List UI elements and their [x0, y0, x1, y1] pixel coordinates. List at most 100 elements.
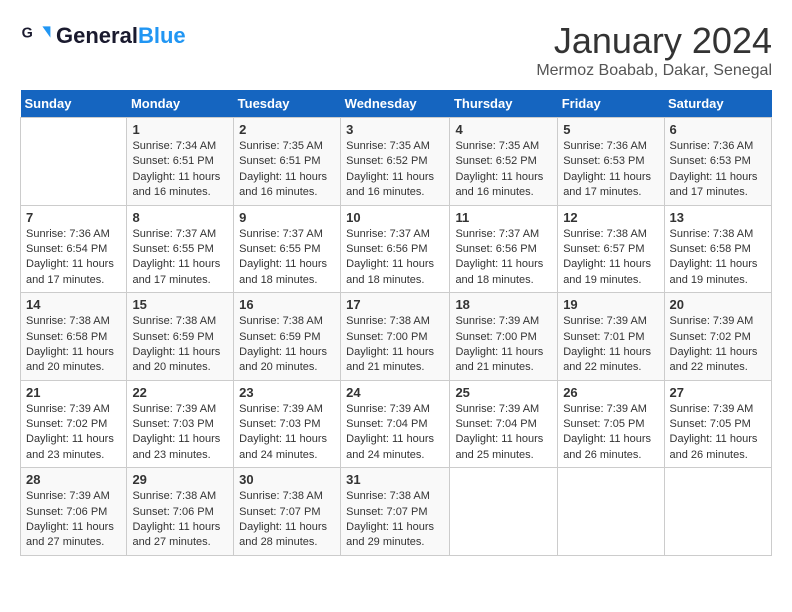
- day-number: 26: [563, 385, 658, 400]
- main-title: January 2024: [536, 20, 772, 62]
- day-number: 27: [670, 385, 766, 400]
- day-number: 17: [346, 297, 444, 312]
- day-number: 29: [132, 472, 228, 487]
- day-number: 31: [346, 472, 444, 487]
- day-number: 24: [346, 385, 444, 400]
- day-number: 18: [455, 297, 552, 312]
- day-info: Sunrise: 7:37 AMSunset: 6:55 PMDaylight:…: [239, 227, 335, 289]
- day-number: 10: [346, 210, 444, 225]
- day-cell: 13 Sunrise: 7:38 AMSunset: 6:58 PMDayligh…: [664, 205, 771, 293]
- day-info: Sunrise: 7:37 AMSunset: 6:56 PMDaylight:…: [346, 227, 444, 289]
- calendar-table: SundayMondayTuesdayWednesdayThursdayFrid…: [20, 90, 772, 556]
- day-cell: [21, 118, 127, 206]
- day-number: 9: [239, 210, 335, 225]
- day-info: Sunrise: 7:35 AMSunset: 6:52 PMDaylight:…: [455, 139, 552, 201]
- day-number: 30: [239, 472, 335, 487]
- day-info: Sunrise: 7:39 AMSunset: 7:02 PMDaylight:…: [26, 402, 121, 464]
- day-number: 6: [670, 122, 766, 137]
- day-info: Sunrise: 7:39 AMSunset: 7:03 PMDaylight:…: [239, 402, 335, 464]
- day-info: Sunrise: 7:38 AMSunset: 7:00 PMDaylight:…: [346, 314, 444, 376]
- day-info: Sunrise: 7:38 AMSunset: 7:06 PMDaylight:…: [132, 489, 228, 551]
- day-cell: 26 Sunrise: 7:39 AMSunset: 7:05 PMDayligh…: [558, 380, 664, 468]
- header-cell-wednesday: Wednesday: [341, 90, 450, 118]
- day-info: Sunrise: 7:38 AMSunset: 6:59 PMDaylight:…: [132, 314, 228, 376]
- day-number: 3: [346, 122, 444, 137]
- day-cell: 18Sunrise: 7:39 AMSunset: 7:00 PMDayligh…: [450, 293, 558, 381]
- header-cell-thursday: Thursday: [450, 90, 558, 118]
- logo-text: GeneralBlue: [56, 24, 186, 48]
- week-row-1: 1Sunrise: 7:34 AMSunset: 6:51 PMDaylight…: [21, 118, 772, 206]
- day-cell: 23Sunrise: 7:39 AMSunset: 7:03 PMDayligh…: [234, 380, 341, 468]
- day-cell: 8 Sunrise: 7:37 AMSunset: 6:55 PMDaylight…: [127, 205, 234, 293]
- day-cell: 3 Sunrise: 7:35 AMSunset: 6:52 PMDaylight…: [341, 118, 450, 206]
- day-cell: 27 Sunrise: 7:39 AMSunset: 7:05 PMDayligh…: [664, 380, 771, 468]
- header-cell-tuesday: Tuesday: [234, 90, 341, 118]
- day-number: 14: [26, 297, 121, 312]
- day-info: Sunrise: 7:38 AMSunset: 7:07 PMDaylight:…: [346, 489, 444, 551]
- week-row-5: 28 Sunrise: 7:39 AMSunset: 7:06 PMDayligh…: [21, 468, 772, 556]
- subtitle: Mermoz Boabab, Dakar, Senegal: [536, 62, 772, 80]
- day-info: Sunrise: 7:37 AMSunset: 6:55 PMDaylight:…: [132, 227, 228, 289]
- day-cell: 21 Sunrise: 7:39 AMSunset: 7:02 PMDayligh…: [21, 380, 127, 468]
- day-info: Sunrise: 7:38 AMSunset: 6:59 PMDaylight:…: [239, 314, 335, 376]
- day-info: Sunrise: 7:39 AMSunset: 7:05 PMDaylight:…: [563, 402, 658, 464]
- day-info: Sunrise: 7:35 AMSunset: 6:51 PMDaylight:…: [239, 139, 335, 201]
- day-number: 5: [563, 122, 658, 137]
- day-number: 16: [239, 297, 335, 312]
- day-info: Sunrise: 7:38 AMSunset: 7:07 PMDaylight:…: [239, 489, 335, 551]
- day-number: 2: [239, 122, 335, 137]
- day-info: Sunrise: 7:39 AMSunset: 7:04 PMDaylight:…: [346, 402, 444, 464]
- day-info: Sunrise: 7:38 AMSunset: 6:57 PMDaylight:…: [563, 227, 658, 289]
- day-number: 22: [132, 385, 228, 400]
- day-cell: 30 Sunrise: 7:38 AMSunset: 7:07 PMDayligh…: [234, 468, 341, 556]
- day-number: 8: [132, 210, 228, 225]
- day-cell: [664, 468, 771, 556]
- day-cell: 6 Sunrise: 7:36 AMSunset: 6:53 PMDaylight…: [664, 118, 771, 206]
- logo: G GeneralBlue: [20, 20, 186, 52]
- day-info: Sunrise: 7:39 AMSunset: 7:04 PMDaylight:…: [455, 402, 552, 464]
- day-info: Sunrise: 7:38 AMSunset: 6:58 PMDaylight:…: [26, 314, 121, 376]
- day-number: 21: [26, 385, 121, 400]
- day-info: Sunrise: 7:39 AMSunset: 7:05 PMDaylight:…: [670, 402, 766, 464]
- day-number: 13: [670, 210, 766, 225]
- day-cell: 31 Sunrise: 7:38 AMSunset: 7:07 PMDayligh…: [341, 468, 450, 556]
- day-info: Sunrise: 7:39 AMSunset: 7:01 PMDaylight:…: [563, 314, 658, 376]
- day-cell: 7Sunrise: 7:36 AMSunset: 6:54 PMDaylight…: [21, 205, 127, 293]
- day-cell: 14 Sunrise: 7:38 AMSunset: 6:58 PMDayligh…: [21, 293, 127, 381]
- day-cell: 17 Sunrise: 7:38 AMSunset: 7:00 PMDayligh…: [341, 293, 450, 381]
- day-info: Sunrise: 7:39 AMSunset: 7:03 PMDaylight:…: [132, 402, 228, 464]
- header-row: SundayMondayTuesdayWednesdayThursdayFrid…: [21, 90, 772, 118]
- day-number: 12: [563, 210, 658, 225]
- day-number: 28: [26, 472, 121, 487]
- week-row-2: 7Sunrise: 7:36 AMSunset: 6:54 PMDaylight…: [21, 205, 772, 293]
- day-info: Sunrise: 7:38 AMSunset: 6:58 PMDaylight:…: [670, 227, 766, 289]
- day-info: Sunrise: 7:36 AMSunset: 6:53 PMDaylight:…: [563, 139, 658, 201]
- day-cell: 28 Sunrise: 7:39 AMSunset: 7:06 PMDayligh…: [21, 468, 127, 556]
- day-cell: 20Sunrise: 7:39 AMSunset: 7:02 PMDayligh…: [664, 293, 771, 381]
- week-row-4: 21 Sunrise: 7:39 AMSunset: 7:02 PMDayligh…: [21, 380, 772, 468]
- header-cell-saturday: Saturday: [664, 90, 771, 118]
- page-header: G GeneralBlue January 2024 Mermoz Boabab…: [20, 20, 772, 80]
- day-cell: [450, 468, 558, 556]
- day-cell: 16 Sunrise: 7:38 AMSunset: 6:59 PMDayligh…: [234, 293, 341, 381]
- day-cell: 24 Sunrise: 7:39 AMSunset: 7:04 PMDayligh…: [341, 380, 450, 468]
- day-number: 25: [455, 385, 552, 400]
- svg-text:G: G: [22, 26, 33, 42]
- day-cell: [558, 468, 664, 556]
- day-number: 11: [455, 210, 552, 225]
- day-cell: 29 Sunrise: 7:38 AMSunset: 7:06 PMDayligh…: [127, 468, 234, 556]
- day-info: Sunrise: 7:39 AMSunset: 7:06 PMDaylight:…: [26, 489, 121, 551]
- day-cell: 5 Sunrise: 7:36 AMSunset: 6:53 PMDaylight…: [558, 118, 664, 206]
- day-cell: 19Sunrise: 7:39 AMSunset: 7:01 PMDayligh…: [558, 293, 664, 381]
- day-info: Sunrise: 7:39 AMSunset: 7:02 PMDaylight:…: [670, 314, 766, 376]
- day-info: Sunrise: 7:37 AMSunset: 6:56 PMDaylight:…: [455, 227, 552, 289]
- header-cell-monday: Monday: [127, 90, 234, 118]
- day-cell: 9 Sunrise: 7:37 AMSunset: 6:55 PMDaylight…: [234, 205, 341, 293]
- day-info: Sunrise: 7:35 AMSunset: 6:52 PMDaylight:…: [346, 139, 444, 201]
- day-cell: 12 Sunrise: 7:38 AMSunset: 6:57 PMDayligh…: [558, 205, 664, 293]
- day-cell: 25 Sunrise: 7:39 AMSunset: 7:04 PMDayligh…: [450, 380, 558, 468]
- day-cell: 1Sunrise: 7:34 AMSunset: 6:51 PMDaylight…: [127, 118, 234, 206]
- day-info: Sunrise: 7:36 AMSunset: 6:53 PMDaylight:…: [670, 139, 766, 201]
- day-cell: 2 Sunrise: 7:35 AMSunset: 6:51 PMDaylight…: [234, 118, 341, 206]
- day-number: 15: [132, 297, 228, 312]
